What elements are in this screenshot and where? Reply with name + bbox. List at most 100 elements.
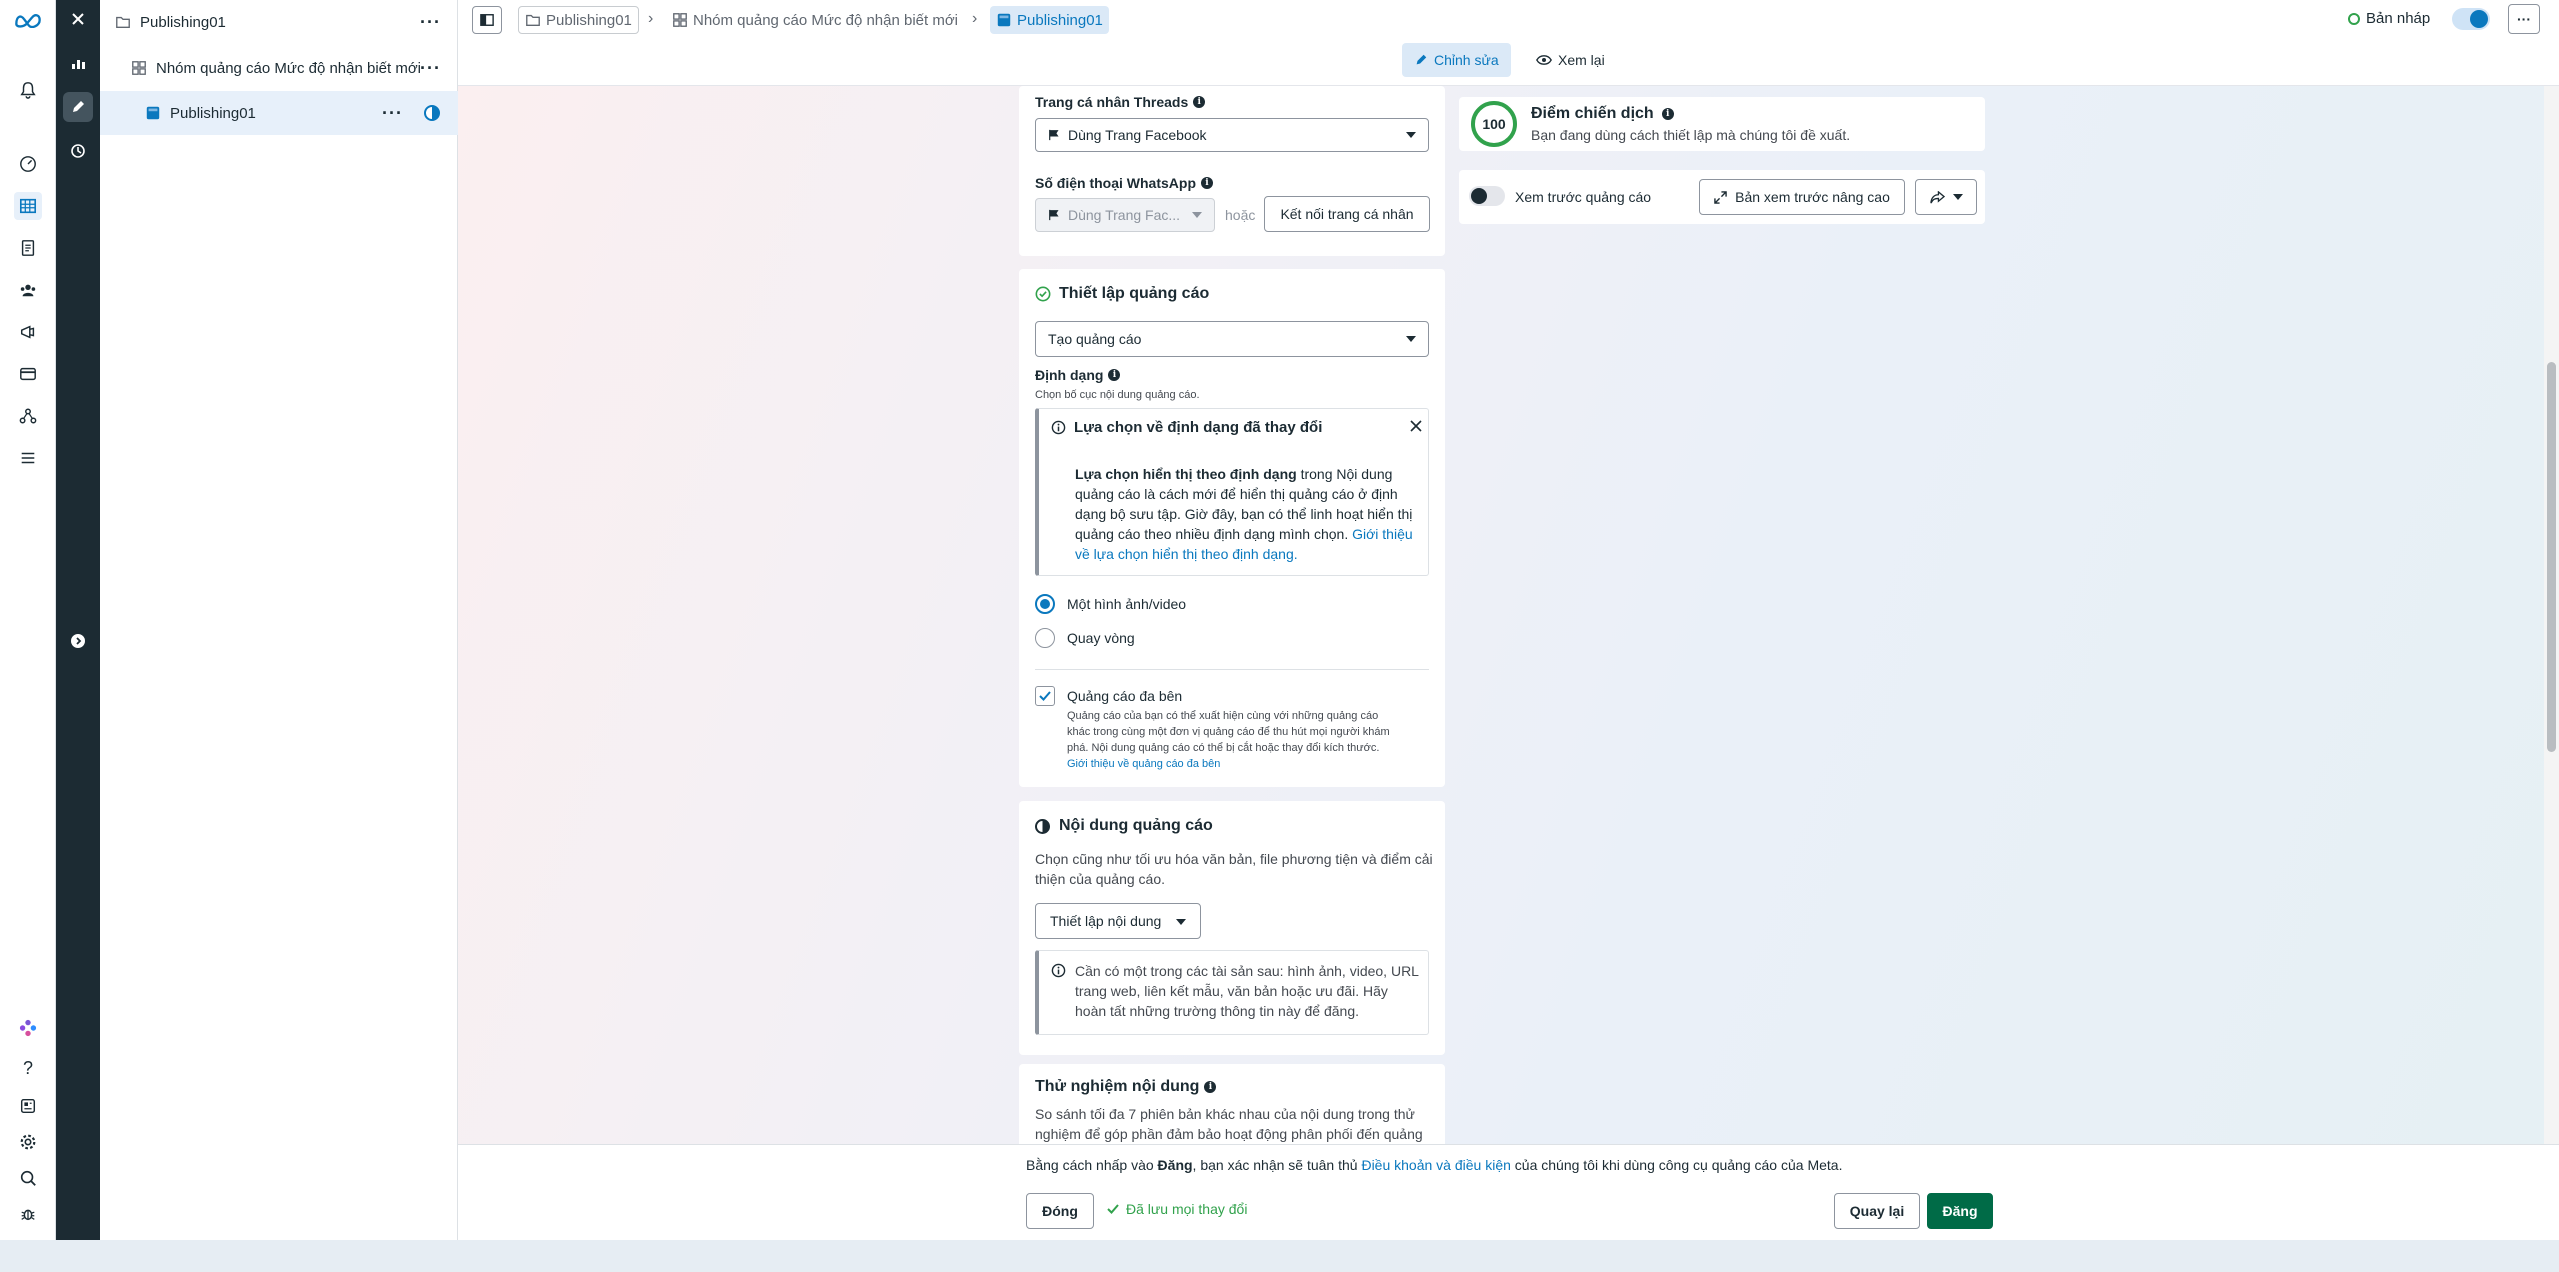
news-icon[interactable] xyxy=(14,1092,42,1120)
creative-title-text: Nội dung quảng cáo xyxy=(1059,817,1213,834)
adset-grid-icon xyxy=(130,59,148,77)
whatsapp-label: Số điện thoại WhatsApp i xyxy=(1035,175,1213,191)
notice-body-text-4: quảng cáo theo nhiều định dạng mình chọn… xyxy=(1075,526,1353,542)
breadcrumb-campaign[interactable]: Publishing01 xyxy=(518,6,639,34)
advanced-preview-label: Bản xem trước nâng cao xyxy=(1735,189,1890,205)
testing-title-text: Thử nghiệm nội dung xyxy=(1035,1078,1200,1095)
format-single-image-radio[interactable] xyxy=(1035,594,1055,614)
back-button[interactable]: Quay lại xyxy=(1834,1193,1920,1229)
draft-status-icon xyxy=(2348,12,2360,25)
connect-profile-button[interactable]: Kết nối trang cá nhân xyxy=(1264,196,1430,232)
format-carousel-label: Quay vòng xyxy=(1067,630,1135,646)
toggle-sidebar-icon[interactable] xyxy=(472,6,502,34)
tab-review[interactable]: Xem lại xyxy=(1528,43,1613,77)
breadcrumb-ad[interactable]: Publishing01 xyxy=(990,6,1109,34)
bug-report-icon[interactable] xyxy=(14,1200,42,1228)
threads-profile-select[interactable]: Dùng Trang Facebook xyxy=(1035,118,1429,152)
tree-view-icon[interactable] xyxy=(63,48,93,78)
multi-advertiser-desc-3: phá. Nội dung quảng cáo có thể bị cắt ho… xyxy=(1067,742,1380,754)
info-circle-icon xyxy=(1051,420,1066,435)
scrollbar-thumb[interactable] xyxy=(2547,362,2556,752)
tab-edit[interactable]: Chỉnh sửa xyxy=(1402,43,1511,77)
setup-content-button[interactable]: Thiết lập nội dung xyxy=(1035,903,1201,939)
score-ring: 100 xyxy=(1471,101,1517,147)
folder-icon xyxy=(114,13,132,31)
adset-grid-icon xyxy=(673,13,687,27)
ad-setup-title: Thiết lập quảng cáo xyxy=(1035,285,1209,303)
multi-advertiser-checkbox[interactable] xyxy=(1035,686,1055,706)
help-question-icon[interactable]: ? xyxy=(14,1054,42,1082)
close-notice-icon[interactable] xyxy=(1409,419,1423,436)
creative-title: Nội dung quảng cáo xyxy=(1035,817,1213,835)
score-desc: Bạn đang dùng cách thiết lập mà chúng tô… xyxy=(1531,127,1851,143)
ad-preview-toggle[interactable] xyxy=(1469,186,1505,206)
whatsapp-number-select[interactable]: Dùng Trang Fac... xyxy=(1035,198,1215,232)
top-bar: Publishing01 › Nhóm quảng cáo Mức độ nhậ… xyxy=(458,0,2559,86)
topbar-more-icon[interactable]: ··· xyxy=(2508,4,2540,34)
ad-creative-card: Nội dung quảng cáo Chọn cũng như tối ưu … xyxy=(1019,801,1445,1055)
whatsapp-number-value: Dùng Trang Fac... xyxy=(1068,207,1181,223)
creative-notice-text: Cần có một trong các tài sản sau: hình ả… xyxy=(1075,961,1419,1021)
campaign-megaphone-icon[interactable] xyxy=(14,318,42,346)
dashboard-icon[interactable] xyxy=(14,150,42,178)
billing-card-icon[interactable] xyxy=(14,360,42,388)
meta-ai-flower-icon[interactable] xyxy=(14,1014,42,1042)
saved-status: Đã lưu mọi thay đổi xyxy=(1106,1201,1247,1217)
info-icon: i xyxy=(1108,369,1121,381)
expand-panel-icon[interactable] xyxy=(63,626,93,656)
publish-button[interactable]: Đăng xyxy=(1927,1193,1993,1229)
terms-text: Bằng cách nhấp vào Đăng, bạn xác nhận sẽ… xyxy=(1026,1157,1842,1173)
close-button[interactable]: Đóng xyxy=(1026,1193,1094,1229)
status-toggle[interactable] xyxy=(2452,8,2490,30)
tree-item-ad[interactable]: Publishing01 ··· xyxy=(100,91,458,135)
format-carousel-radio[interactable] xyxy=(1035,628,1055,648)
terms-bold: Đăng xyxy=(1157,1157,1193,1173)
advanced-preview-button[interactable]: Bản xem trước nâng cao xyxy=(1699,179,1905,215)
testing-title: Thử nghiệm nội dung i xyxy=(1035,1078,1217,1096)
search-icon[interactable] xyxy=(14,1164,42,1192)
notice-body-line-2: quảng cáo là cách mới để hiển thị quảng … xyxy=(1075,486,1398,502)
tree-adset-label: Nhóm quảng cáo Mức độ nhận biết mới xyxy=(156,59,422,77)
pages-icon[interactable] xyxy=(14,234,42,262)
score-title: Điểm chiến dịch i xyxy=(1531,105,1674,123)
menu-hamburger-icon[interactable] xyxy=(14,444,42,472)
multi-advertiser-desc-1: Quảng cáo của bạn có thể xuất hiện cùng … xyxy=(1067,710,1379,722)
history-clock-icon[interactable] xyxy=(63,136,93,166)
meta-logo-icon[interactable] xyxy=(14,6,42,34)
tree-item-campaign[interactable]: Publishing01 ··· xyxy=(100,0,458,44)
ads-manager-table-icon[interactable] xyxy=(14,192,42,220)
canvas-scrollbar[interactable] xyxy=(2544,86,2559,1144)
multi-advertiser-link[interactable]: Giới thiệu về quảng cáo đa bên xyxy=(1067,756,1390,772)
edit-pencil-icon[interactable] xyxy=(63,92,93,122)
info-icon: i xyxy=(1661,108,1674,120)
breadcrumb-adset[interactable]: Nhóm quảng cáo Mức độ nhận biết mới xyxy=(666,6,964,34)
settings-gear-icon[interactable] xyxy=(14,1128,42,1156)
tree-item-adset[interactable]: Nhóm quảng cáo Mức độ nhận biết mới ··· xyxy=(100,46,458,90)
content-testing-card: Thử nghiệm nội dung i So sánh tối đa 7 ph… xyxy=(1019,1064,1445,1144)
ad-more-icon[interactable]: ··· xyxy=(382,103,403,124)
close-editor-icon[interactable] xyxy=(63,4,93,34)
notice-learn-more-link[interactable]: Giới thiệu xyxy=(1352,526,1413,542)
tree-campaign-label: Publishing01 xyxy=(140,13,226,31)
audience-icon[interactable] xyxy=(14,276,42,304)
creative-desc: Chọn cũng như tối ưu hóa văn bản, file p… xyxy=(1035,849,1433,889)
campaign-more-icon[interactable]: ··· xyxy=(420,12,441,33)
ad-setup-card: Thiết lập quảng cáo Tạo quảng cáo Định d… xyxy=(1019,269,1445,787)
eye-icon xyxy=(1536,55,1552,65)
business-tools-icon[interactable] xyxy=(14,402,42,430)
chevron-down-icon xyxy=(1192,212,1202,218)
create-ad-select[interactable]: Tạo quảng cáo xyxy=(1035,321,1429,357)
adset-more-icon[interactable]: ··· xyxy=(420,58,441,79)
breadcrumb-separator: › xyxy=(648,10,654,27)
ad-setup-title-text: Thiết lập quảng cáo xyxy=(1059,285,1210,302)
creative-notice-line-2: trang web, liên kết mẫu, văn bản hoặc ưu… xyxy=(1075,983,1388,999)
bell-icon[interactable] xyxy=(14,76,42,104)
setup-content-label: Thiết lập nội dung xyxy=(1050,913,1162,929)
identity-card: Trang cá nhân Threads i Dùng Trang Facebo… xyxy=(1019,86,1445,256)
expand-icon xyxy=(1714,190,1727,204)
multi-advertiser-title: Quảng cáo đa bên xyxy=(1067,688,1183,704)
breadcrumb-campaign-label: Publishing01 xyxy=(546,11,632,29)
notice-learn-more-link-2[interactable]: về lựa chọn hiển thị theo định dạng. xyxy=(1075,544,1425,564)
terms-link[interactable]: Điều khoản và điều kiện xyxy=(1361,1157,1510,1173)
share-button[interactable] xyxy=(1915,179,1977,215)
